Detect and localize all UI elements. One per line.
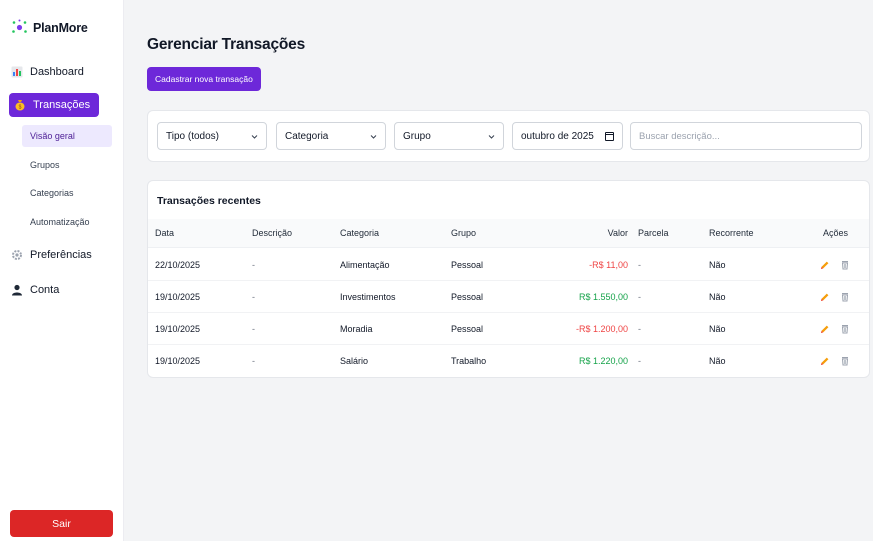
sidebar-item-preferencias[interactable]: Preferências	[11, 243, 92, 267]
cell-installment: -	[638, 259, 641, 270]
new-transaction-button[interactable]: Cadastrar nova transação	[147, 67, 261, 91]
cell-category: Salário	[340, 356, 369, 366]
column-header-installment[interactable]: Parcela	[638, 219, 669, 247]
column-header-description[interactable]: Descrição	[252, 219, 292, 247]
search-input[interactable]	[630, 122, 862, 150]
cell-actions	[820, 313, 850, 344]
column-header-actions: Ações	[823, 228, 849, 238]
logout-button[interactable]: Sair	[10, 510, 113, 537]
trash-icon[interactable]	[840, 356, 850, 366]
money-bag-icon: $	[14, 99, 26, 111]
cell-date: 19/10/2025	[155, 356, 201, 366]
sidebar-subitem-grupos[interactable]: Grupos	[22, 154, 112, 176]
month-picker-value: outubro de 2025	[521, 130, 594, 142]
group-select-value: Grupo	[403, 130, 431, 142]
sidebar-item-label: Transações	[33, 99, 91, 111]
cell-description: -	[252, 356, 255, 366]
cell-group: Trabalho	[451, 356, 487, 366]
chevron-down-icon	[370, 132, 377, 139]
sidebar-item-label: Preferências	[30, 249, 92, 261]
cell-recurring: Não	[709, 356, 726, 366]
edit-pencil-icon[interactable]	[820, 356, 830, 366]
sidebar-item-label: Dashboard	[30, 66, 84, 78]
sidebar-item-dashboard[interactable]: Dashboard	[11, 60, 84, 84]
category-select[interactable]: Categoria	[276, 122, 386, 150]
cell-description: -	[252, 291, 255, 302]
type-select-value: Tipo (todos)	[166, 130, 219, 142]
category-select-value: Categoria	[285, 130, 329, 142]
user-icon	[11, 284, 23, 296]
table-row[interactable]: 19/10/2025 - Moradia Pessoal -R$ 1.200,0…	[148, 313, 869, 345]
trash-icon[interactable]	[840, 260, 850, 270]
app-logo[interactable]: PlanMore	[11, 19, 88, 36]
sidebar-subitem-categorias[interactable]: Categorias	[22, 182, 112, 204]
cell-installment: -	[638, 291, 641, 302]
cell-date: 19/10/2025	[155, 323, 201, 334]
cell-actions	[820, 281, 850, 312]
svg-text:$: $	[19, 105, 22, 111]
cell-installment: -	[638, 356, 641, 366]
calendar-icon[interactable]	[605, 132, 614, 141]
filters-bar: Tipo (todos) Categoria Grupo outubro de …	[147, 110, 870, 162]
gear-icon	[11, 249, 23, 261]
cell-date: 22/10/2025	[155, 259, 201, 270]
edit-pencil-icon[interactable]	[820, 292, 830, 302]
cell-category: Investimentos	[340, 291, 396, 302]
chevron-down-icon	[488, 132, 495, 139]
trash-icon[interactable]	[840, 324, 850, 334]
column-header-date[interactable]: Data	[155, 219, 174, 247]
table-header: Data Descrição Categoria Grupo Valor Par…	[148, 219, 869, 248]
column-header-recurring[interactable]: Recorrente	[709, 219, 754, 247]
cell-recurring: Não	[709, 259, 726, 270]
cell-description: -	[252, 323, 255, 334]
cell-group: Pessoal	[451, 323, 484, 334]
sidebar-item-label: Conta	[30, 284, 60, 296]
table-row[interactable]: 22/10/2025 - Alimentação Pessoal -R$ 11,…	[148, 249, 869, 281]
table-body: 22/10/2025 - Alimentação Pessoal -R$ 11,…	[148, 249, 869, 377]
cell-category: Alimentação	[340, 259, 390, 270]
cell-group: Pessoal	[451, 291, 484, 302]
cell-recurring: Não	[709, 291, 726, 302]
cell-recurring: Não	[709, 323, 726, 334]
cell-value: -R$ 1.200,00	[575, 323, 628, 334]
table-row[interactable]: 19/10/2025 - Investimentos Pessoal R$ 1.…	[148, 281, 869, 313]
cell-value: R$ 1.550,00	[578, 291, 628, 302]
column-header-group[interactable]: Grupo	[451, 219, 476, 247]
month-picker[interactable]: outubro de 2025	[512, 122, 623, 150]
cell-actions	[820, 345, 850, 377]
cell-description: -	[252, 259, 255, 270]
page-title: Gerenciar Transações	[147, 36, 305, 53]
cell-date: 19/10/2025	[155, 291, 201, 302]
cell-value: -R$ 11,00	[589, 259, 628, 270]
cell-installment: -	[638, 323, 641, 334]
logo-icon	[11, 19, 28, 36]
cell-actions	[820, 249, 850, 280]
table-title: Transações recentes	[157, 195, 261, 207]
trash-icon[interactable]	[840, 292, 850, 302]
sidebar-item-conta[interactable]: Conta	[11, 278, 59, 302]
transactions-table: Transações recentes Data Descrição Categ…	[147, 180, 870, 378]
group-select[interactable]: Grupo	[394, 122, 504, 150]
column-header-value[interactable]: Valor	[608, 219, 628, 247]
sidebar: PlanMore Dashboard $ Transações Visão ge…	[0, 0, 124, 541]
type-select[interactable]: Tipo (todos)	[157, 122, 267, 150]
sidebar-subitem-visao-geral[interactable]: Visão geral	[22, 125, 112, 147]
table-row[interactable]: 19/10/2025 - Salário Trabalho R$ 1.220,0…	[148, 345, 869, 377]
chevron-down-icon	[251, 132, 258, 139]
cell-category: Moradia	[340, 323, 373, 334]
edit-pencil-icon[interactable]	[820, 324, 830, 334]
cell-group: Pessoal	[451, 259, 484, 270]
cell-value: R$ 1.220,00	[578, 356, 628, 366]
bar-chart-icon	[11, 66, 23, 78]
chevron-up-icon	[99, 101, 106, 110]
app-name: PlanMore	[33, 20, 88, 35]
column-header-category[interactable]: Categoria	[340, 219, 379, 247]
sidebar-item-transacoes[interactable]: $ Transações	[9, 93, 106, 117]
edit-pencil-icon[interactable]	[820, 260, 830, 270]
sidebar-subitem-automatizacao[interactable]: Automatização	[22, 211, 112, 233]
